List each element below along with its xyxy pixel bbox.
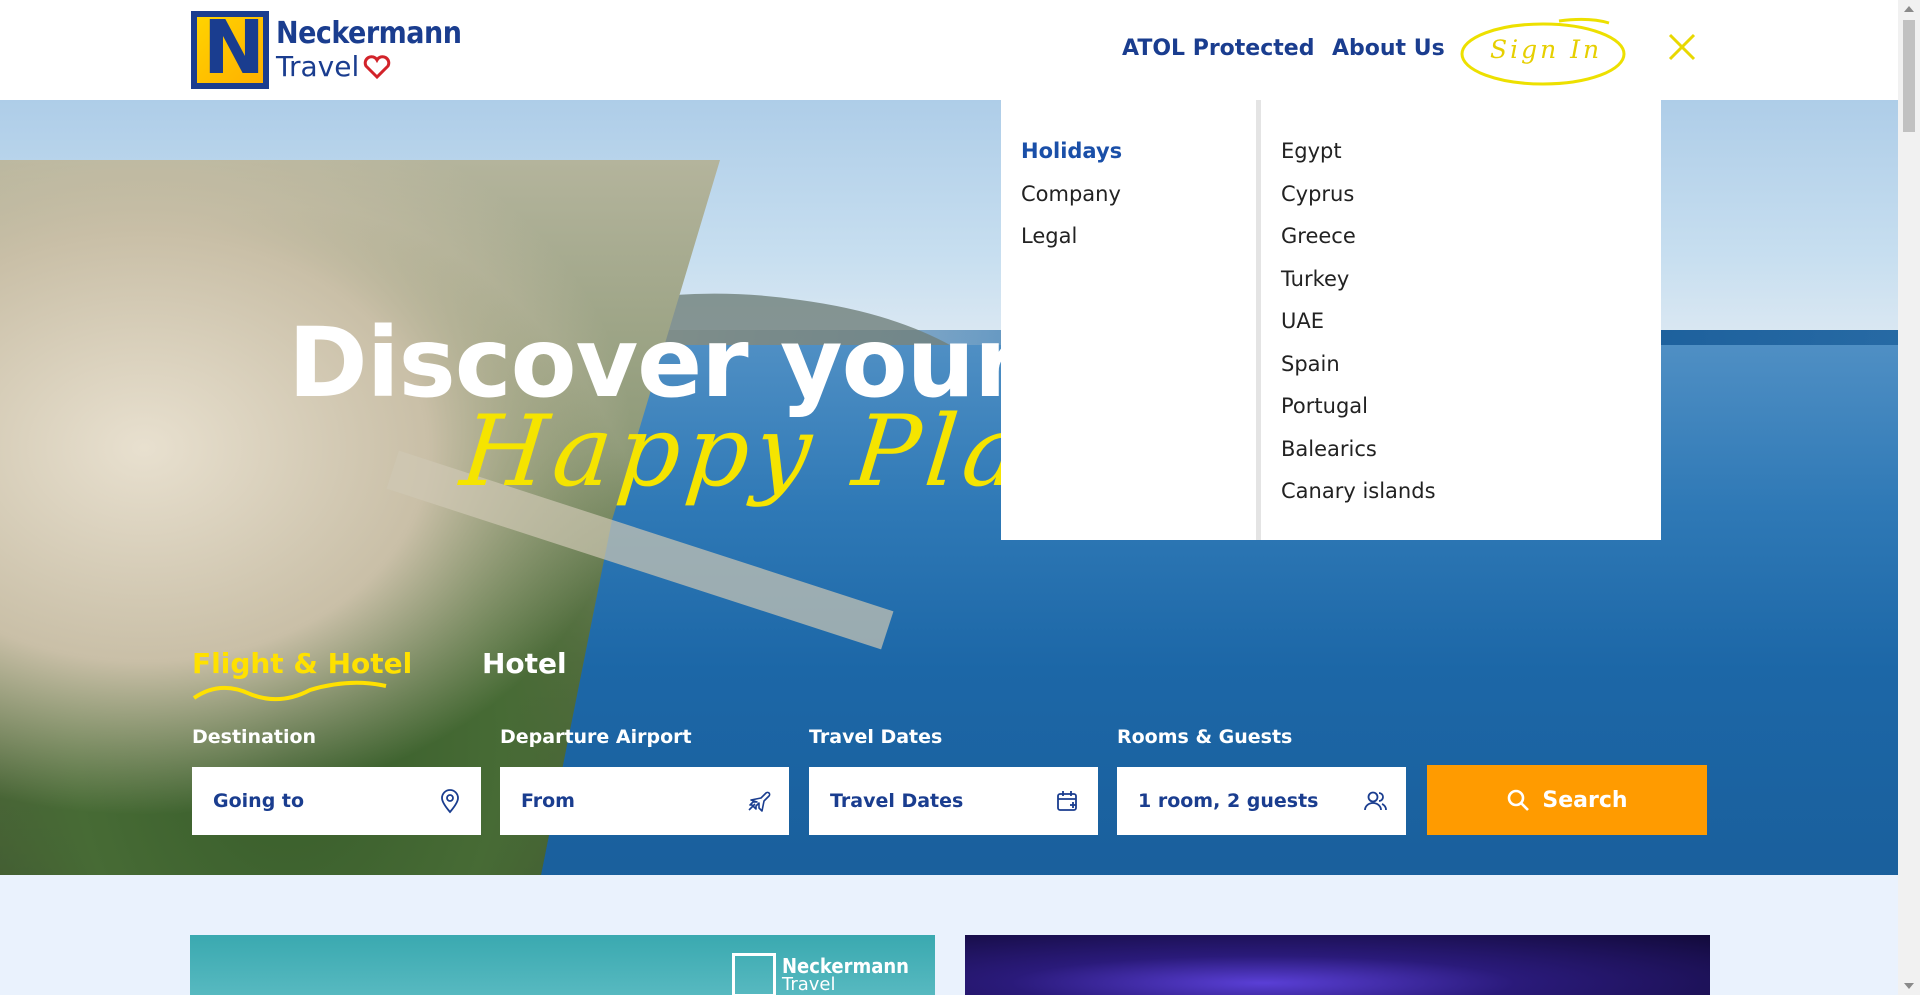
rooms-guests-value: 1 room, 2 guests (1138, 790, 1319, 812)
dropdown-divider (1256, 100, 1261, 540)
search-button[interactable]: Search (1427, 765, 1707, 835)
card-logo: Neckermann Travel (732, 953, 909, 995)
dates-label: Travel Dates (809, 726, 943, 748)
card-logo-line1: Neckermann (782, 954, 909, 978)
menu-item-company[interactable]: Company (1021, 181, 1122, 224)
search-icon (1508, 789, 1530, 811)
rooms-label: Rooms & Guests (1117, 726, 1293, 748)
hero-script-text: Happy Plac (456, 395, 1095, 509)
logo-line2: Travel (276, 50, 360, 83)
heart-icon (364, 55, 391, 79)
dropdown-menu-column: Holidays Company Legal (1021, 138, 1122, 266)
page-scrollbar[interactable] (1898, 0, 1920, 995)
promo-card-2[interactable] (965, 935, 1710, 995)
promo-card-1[interactable]: Neckermann Travel (190, 935, 935, 995)
destination-item-greece[interactable]: Greece (1281, 223, 1436, 266)
guests-icon (1364, 791, 1387, 811)
dropdown-destinations-column: Egypt Cyprus Greece Turkey UAE Spain Por… (1281, 138, 1436, 521)
tab-hotel[interactable]: Hotel (482, 647, 567, 680)
destination-item-balearics[interactable]: Balearics (1281, 436, 1436, 479)
close-icon[interactable] (1667, 32, 1697, 62)
nav-about-us[interactable]: About Us (1332, 36, 1445, 61)
destination-item-spain[interactable]: Spain (1281, 351, 1436, 394)
rooms-guests-input[interactable]: 1 room, 2 guests (1117, 767, 1406, 835)
destination-item-uae[interactable]: UAE (1281, 308, 1436, 351)
dates-input[interactable]: Travel Dates (809, 767, 1098, 835)
departure-value: From (521, 790, 575, 812)
menu-item-legal[interactable]: Legal (1021, 223, 1122, 266)
departure-label: Departure Airport (500, 726, 692, 748)
destination-label: Destination (192, 726, 317, 748)
destination-item-portugal[interactable]: Portugal (1281, 393, 1436, 436)
destination-item-turkey[interactable]: Turkey (1281, 266, 1436, 309)
nav-atol-protected[interactable]: ATOL Protected (1122, 36, 1314, 61)
site-header: N Neckermann Travel ATOL Protected About… (0, 0, 1898, 100)
site-logo[interactable]: N Neckermann Travel (191, 11, 462, 89)
departure-input[interactable]: From (500, 767, 789, 835)
card-logo-line2: Travel (782, 974, 836, 995)
airplane-icon (748, 791, 771, 812)
logo-mark-icon: N (191, 11, 269, 89)
logo-line1: Neckermann (276, 16, 462, 51)
card-logo-mark-icon (732, 953, 776, 995)
scroll-thumb[interactable] (1903, 20, 1915, 132)
scroll-down-arrow-icon[interactable] (1904, 983, 1914, 989)
destination-item-cyprus[interactable]: Cyprus (1281, 181, 1436, 224)
destination-value: Going to (213, 790, 305, 812)
sign-in-button[interactable]: Sign In (1490, 35, 1602, 64)
search-button-label: Search (1542, 787, 1628, 813)
destination-input[interactable]: Going to (192, 767, 481, 835)
about-us-dropdown: Holidays Company Legal Egypt Cyprus Gree… (1001, 100, 1661, 540)
tab-underline-squiggle (192, 680, 387, 702)
destination-item-canary-islands[interactable]: Canary islands (1281, 478, 1436, 521)
menu-item-holidays[interactable]: Holidays (1021, 138, 1122, 181)
scroll-up-arrow-icon[interactable] (1904, 6, 1914, 12)
location-pin-icon (441, 789, 459, 814)
calendar-icon (1057, 791, 1077, 811)
destination-item-egypt[interactable]: Egypt (1281, 138, 1436, 181)
dates-value: Travel Dates (830, 790, 964, 812)
